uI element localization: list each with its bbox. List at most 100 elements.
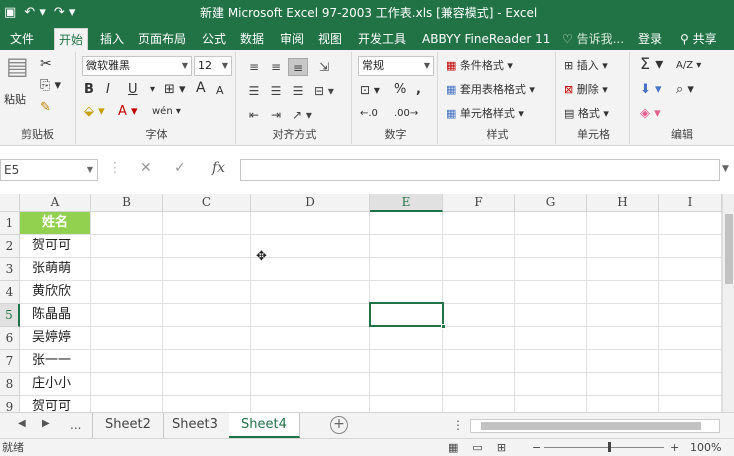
select-all-corner[interactable]: [0, 194, 20, 212]
font-color-icon[interactable]: A ▾: [118, 104, 138, 120]
align-top-icon[interactable]: ≡: [244, 58, 264, 76]
comma-button[interactable]: ,: [416, 82, 421, 98]
format-as-table-button[interactable]: ▦ 套用表格格式 ▾: [446, 82, 535, 98]
cell-h2[interactable]: [587, 235, 659, 258]
zoom-level[interactable]: 100%: [690, 439, 721, 456]
cell-g6[interactable]: [515, 327, 587, 350]
column-header-c[interactable]: C: [163, 194, 251, 212]
column-header-f[interactable]: F: [443, 194, 515, 212]
cell-a3[interactable]: 张萌萌: [20, 258, 91, 281]
cell-i9[interactable]: [659, 396, 722, 412]
cell-d4[interactable]: [251, 281, 370, 304]
column-header-h[interactable]: H: [587, 194, 659, 212]
clear-icon[interactable]: ◈ ▾: [640, 106, 661, 122]
format-cells-button[interactable]: ▤ 格式 ▾: [564, 106, 609, 122]
tab-review[interactable]: 审阅: [276, 28, 308, 50]
cell-h6[interactable]: [587, 327, 659, 350]
cell-b3[interactable]: [91, 258, 163, 281]
row-header-4[interactable]: 4: [0, 281, 20, 304]
align-middle-icon[interactable]: ≡: [266, 58, 286, 76]
cell-b9[interactable]: [91, 396, 163, 412]
bold-button[interactable]: B: [84, 82, 94, 98]
scroll-left-icon[interactable]: ◀: [18, 418, 26, 429]
cell-e3[interactable]: [370, 258, 443, 281]
tab-abbyy[interactable]: ABBYY FineReader 11: [418, 28, 554, 50]
cell-a4[interactable]: 黄欣欣: [20, 281, 91, 304]
tab-file[interactable]: 文件: [6, 28, 38, 50]
column-header-i[interactable]: I: [659, 194, 722, 212]
cell-e6[interactable]: [370, 327, 443, 350]
cell-g7[interactable]: [515, 350, 587, 373]
horizontal-scrollbar[interactable]: [470, 419, 720, 433]
tab-data[interactable]: 数据: [236, 28, 268, 50]
font-grow-button[interactable]: A: [196, 80, 206, 96]
increase-decimal-icon[interactable]: ←.0: [360, 106, 378, 122]
cell-c8[interactable]: [163, 373, 251, 396]
cell-b1[interactable]: [91, 212, 163, 235]
cell-i2[interactable]: [659, 235, 722, 258]
zoom-slider[interactable]: − +: [530, 439, 680, 456]
align-right-icon[interactable]: ☰: [288, 82, 308, 100]
font-name-dropdown[interactable]: 微软雅黑 ▼: [82, 56, 192, 76]
tell-me-box[interactable]: ♡ 告诉我...: [562, 28, 624, 50]
wrap-text-icon[interactable]: ⇲: [314, 58, 334, 76]
cell-d1[interactable]: [251, 212, 370, 235]
cell-f7[interactable]: [443, 350, 515, 373]
cell-h8[interactable]: [587, 373, 659, 396]
sheet-tab-sheet3[interactable]: Sheet3: [160, 413, 231, 438]
currency-icon[interactable]: ⊡ ▾: [360, 82, 380, 98]
column-header-d[interactable]: D: [251, 194, 370, 212]
sheet-tab-sheet4[interactable]: Sheet4: [229, 413, 300, 438]
cell-b4[interactable]: [91, 281, 163, 304]
tab-view[interactable]: 视图: [314, 28, 346, 50]
cell-a7[interactable]: 张一一: [20, 350, 91, 373]
number-format-dropdown[interactable]: 常规 ▼: [358, 56, 434, 76]
cell-a5[interactable]: 陈晶晶: [20, 304, 91, 327]
cell-g1[interactable]: [515, 212, 587, 235]
more-sheets-button[interactable]: ...: [70, 418, 81, 432]
cell-d5[interactable]: [251, 304, 370, 327]
cell-f6[interactable]: [443, 327, 515, 350]
delete-cells-button[interactable]: ⊠ 删除 ▾: [564, 82, 608, 98]
cell-h1[interactable]: [587, 212, 659, 235]
expand-formula-icon[interactable]: ▼: [722, 164, 729, 174]
cell-g5[interactable]: [515, 304, 587, 327]
page-layout-view-icon[interactable]: ▭: [472, 439, 482, 456]
cell-c4[interactable]: [163, 281, 251, 304]
cell-e8[interactable]: [370, 373, 443, 396]
decrease-decimal-icon[interactable]: .00→: [394, 106, 418, 122]
cell-c5[interactable]: [163, 304, 251, 327]
cell-d3[interactable]: [251, 258, 370, 281]
tab-page-layout[interactable]: 页面布局: [134, 28, 190, 50]
underline-dropdown[interactable]: ▾: [150, 82, 155, 98]
cell-g2[interactable]: [515, 235, 587, 258]
percent-button[interactable]: %: [394, 82, 406, 98]
italic-button[interactable]: I: [106, 82, 110, 98]
cell-d7[interactable]: [251, 350, 370, 373]
phonetic-icon[interactable]: wén ▾: [152, 104, 181, 120]
tab-split-handle[interactable]: ⋮: [452, 418, 464, 432]
scroll-right-icon[interactable]: ▶: [42, 418, 50, 429]
save-icon[interactable]: ▣: [4, 3, 16, 23]
normal-view-icon[interactable]: ▦: [448, 439, 458, 456]
vertical-scrollbar[interactable]: [722, 194, 734, 412]
font-size-dropdown[interactable]: 12 ▼: [194, 56, 232, 76]
cell-h5[interactable]: [587, 304, 659, 327]
cell-f2[interactable]: [443, 235, 515, 258]
cell-c3[interactable]: [163, 258, 251, 281]
enter-icon[interactable]: ✓: [174, 160, 186, 176]
cell-f8[interactable]: [443, 373, 515, 396]
cell-f9[interactable]: [443, 396, 515, 412]
cell-i8[interactable]: [659, 373, 722, 396]
add-sheet-button[interactable]: +: [330, 416, 348, 434]
tab-developer[interactable]: 开发工具: [354, 28, 410, 50]
cell-c2[interactable]: [163, 235, 251, 258]
find-select-icon[interactable]: ⌕ ▾: [676, 82, 694, 98]
selected-cell-e5[interactable]: [369, 302, 446, 329]
cell-f4[interactable]: [443, 281, 515, 304]
align-bottom-icon[interactable]: ≡: [288, 58, 308, 76]
cell-c9[interactable]: [163, 396, 251, 412]
redo-icon[interactable]: ↷ ▾: [54, 3, 76, 23]
cell-a2[interactable]: 贺可可: [20, 235, 91, 258]
paste-icon[interactable]: ▤: [6, 54, 29, 78]
